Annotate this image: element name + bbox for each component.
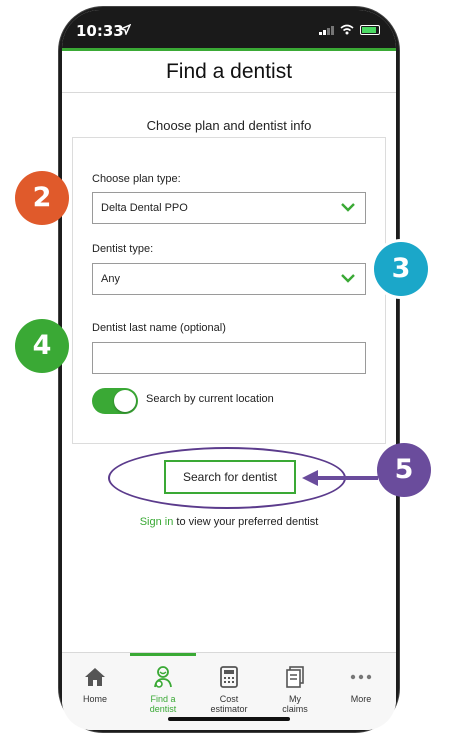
plan-type-select[interactable]: Delta Dental PPO [92,192,366,224]
claims-icon [286,666,304,688]
location-arrow-icon [120,24,131,35]
tab-label: Cost [219,694,239,704]
chevron-down-icon [341,274,355,283]
tab-my-claims[interactable]: My claims [262,665,328,714]
calculator-icon [220,666,238,688]
status-icons [319,24,380,35]
tab-label-2: claims [282,704,308,714]
chevron-down-icon [341,203,355,212]
active-tab-indicator [130,653,196,656]
page-title: Find a dentist [165,60,293,83]
status-time: 10:33 [76,22,124,40]
tab-label: Home [82,694,107,704]
callout-badge-3: 3 [374,242,428,296]
callout-badge-2: 2 [15,171,69,225]
home-icon [85,668,105,686]
wifi-icon [340,24,354,35]
last-name-input[interactable] [92,342,366,374]
callout-arrow-icon [302,470,378,486]
tab-label-2: estimator [210,704,248,714]
tab-label-2: dentist [149,704,177,714]
battery-icon [360,24,380,35]
callout-badge-5: 5 [377,443,431,497]
toggle-knob [114,390,136,412]
home-indicator [168,717,290,721]
dentist-type-label: Dentist type: [92,243,154,255]
page-header: Find a dentist [62,51,396,93]
tab-label: More [350,694,372,704]
signal-icon [319,25,334,35]
tab-cost-estimator[interactable]: Cost estimator [196,665,262,714]
signin-link[interactable]: Sign in [140,516,174,528]
form-subtitle: Choose plan and dentist info [146,118,312,133]
signin-prompt: Sign in to view your preferred dentist [62,516,396,528]
more-icon [350,674,372,680]
dentist-type-value: Any [101,273,120,285]
dentist-search-icon [154,666,172,688]
app-screen: 10:33 Find a dentist Choose plan and den… [62,10,396,730]
dentist-type-select[interactable]: Any [92,263,366,295]
plan-type-label: Choose plan type: [92,173,181,185]
last-name-label: Dentist last name (optional) [92,322,226,334]
tab-home[interactable]: Home [62,665,128,704]
signin-text: to view your preferred dentist [173,516,319,528]
location-toggle[interactable] [92,388,138,414]
callout-badge-4: 4 [15,319,69,373]
tab-label: Find a [150,694,176,704]
tab-more[interactable]: More [328,665,394,704]
tab-find-dentist[interactable]: Find a dentist [130,665,196,714]
tab-label: My [289,694,301,704]
location-toggle-label: Search by current location [146,393,274,405]
status-bar: 10:33 [62,10,396,48]
plan-type-value: Delta Dental PPO [101,202,188,214]
